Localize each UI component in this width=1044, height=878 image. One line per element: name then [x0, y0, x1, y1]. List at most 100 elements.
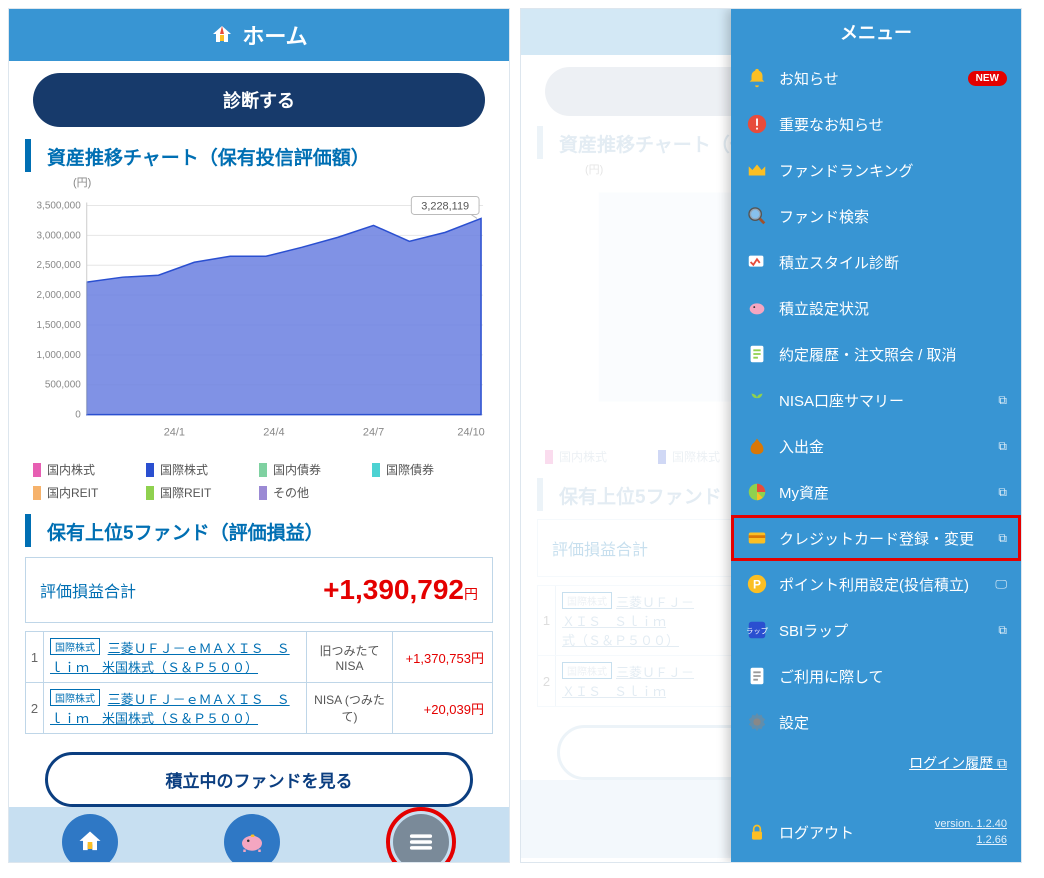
menu-item-nisa-summary[interactable]: NISA口座サマリー⧉ [731, 377, 1021, 423]
header-title: ホーム [242, 19, 307, 51]
svg-text:2,000,000: 2,000,000 [37, 290, 82, 301]
asset-chart: (円) 3,500,000 3,000,000 2,500,000 2,000,… [9, 174, 509, 452]
svg-text:24/1: 24/1 [164, 427, 185, 439]
menu-item-credit-card[interactable]: クレジットカード登録・変更⧉ [731, 515, 1021, 561]
fund-rank: 1 [26, 632, 44, 682]
gear-icon [745, 711, 769, 733]
svg-text:24/4: 24/4 [263, 427, 284, 439]
pie-chart-icon [745, 481, 769, 503]
menu-item-point-settings[interactable]: P ポイント利用設定(投信積立)🖵 [731, 561, 1021, 607]
legend-item: 国際債券 [372, 458, 485, 481]
tab-home-button[interactable] [62, 814, 118, 863]
new-badge: NEW [968, 71, 1007, 86]
magnifier-icon [745, 205, 769, 227]
lock-icon [745, 823, 769, 843]
svg-text:2,500,000: 2,500,000 [37, 260, 82, 271]
total-pl-label: 評価損益合計 [40, 578, 136, 602]
side-menu-panel: メニュー お知らせ NEW 重要なお知らせ ファンドランキング ファンド検索 積… [731, 9, 1021, 862]
y-axis-unit: (円) [25, 174, 493, 192]
piggy-bank-icon [237, 827, 267, 857]
phone-left: ホーム 診断する 資産推移チャート（保有投信評価額） (円) 3,500,000… [8, 8, 510, 863]
menu-item-settings[interactable]: 設定 [731, 699, 1021, 745]
legend-item: 国際株式 [146, 458, 259, 481]
external-link-icon: ⧉ [998, 439, 1007, 454]
svg-text:3,000,000: 3,000,000 [37, 230, 82, 241]
credit-card-icon [745, 527, 769, 549]
external-link-icon: ⧉ [998, 393, 1007, 408]
menu-item-logout[interactable]: ログアウト [745, 818, 854, 847]
svg-text:ラップ: ラップ [746, 627, 769, 636]
chart-callout: 3,228,119 [411, 197, 479, 219]
exclamation-icon [745, 113, 769, 135]
diagnose-button[interactable]: 診断する [33, 73, 485, 127]
tab-bar [9, 807, 509, 863]
menu-footer: ログアウト version. 1.2.40 1.2.66 [731, 807, 1021, 862]
svg-text:1,500,000: 1,500,000 [37, 320, 82, 331]
chart-area [87, 218, 481, 414]
bell-icon [745, 67, 769, 89]
menu-item-tsumitate-status[interactable]: 積立設定状況 [731, 285, 1021, 331]
svg-text:500,000: 500,000 [45, 380, 81, 391]
total-pl-box: 評価損益合計 +1,390,792円 [25, 557, 493, 623]
app-header: ホーム [9, 9, 509, 61]
menu-item-search[interactable]: ファンド検索 [731, 193, 1021, 239]
fund-name-cell: 国際株式 三菱ＵＦＪ－ｅＭＡＸＩＳ Ｓｌｉｍ 米国株式（Ｓ＆Ｐ５００） [44, 632, 306, 682]
svg-text:0: 0 [75, 410, 81, 421]
fund-category-tag: 国際株式 [50, 638, 100, 655]
menu-item-sbi-wrap[interactable]: ラップ SBIラップ⧉ [731, 607, 1021, 653]
document-icon [745, 665, 769, 687]
fund-pl-value: +20,039円 [392, 683, 492, 733]
phone-right: 資産推移チャート（保有投信評価額） (円) 国内株式 国際株式 国内REIT 国… [520, 8, 1022, 863]
chart-svg: 3,500,000 3,000,000 2,500,000 2,000,000 … [25, 192, 493, 452]
menu-item-ranking[interactable]: ファンドランキング [731, 147, 1021, 193]
sprout-icon [745, 389, 769, 411]
login-history-link[interactable]: ログイン履歴 ⧉ [731, 745, 1021, 781]
menu-item-order-history[interactable]: 約定履歴・注文照会 / 取消 [731, 331, 1021, 377]
legend-item: 国内株式 [33, 458, 146, 481]
legend-item: 国内債券 [259, 458, 372, 481]
menu-item-my-assets[interactable]: My資産⧉ [731, 469, 1021, 515]
menu-item-terms[interactable]: ご利用に際して [731, 653, 1021, 699]
external-link-icon: ⧉ [998, 485, 1007, 500]
tab-piggy-button[interactable] [224, 814, 280, 863]
svg-text:24/10: 24/10 [457, 427, 484, 439]
doc-list-icon [745, 343, 769, 365]
home-icon [76, 828, 104, 856]
menu-item-style-diagnosis[interactable]: 積立スタイル診断 [731, 239, 1021, 285]
external-link-icon: ⧉ [998, 531, 1007, 546]
total-pl-value: +1,390,792円 [323, 574, 478, 606]
version-label: version. 1.2.40 1.2.66 [935, 817, 1007, 848]
monitor-icon: 🖵 [995, 577, 1007, 592]
fund-account-type: 旧つみたてNISA [306, 632, 392, 682]
menu-item-important[interactable]: 重要なお知らせ [731, 101, 1021, 147]
svg-text:24/7: 24/7 [363, 427, 384, 439]
home-icon [210, 23, 234, 47]
sbi-wrap-icon: ラップ [745, 619, 769, 641]
point-icon: P [745, 573, 769, 595]
money-bag-icon [745, 435, 769, 457]
external-link-icon: ⧉ [998, 623, 1007, 638]
menu-button-highlight [386, 807, 456, 863]
diag-icon [745, 251, 769, 273]
fund-category-tag: 国際株式 [50, 689, 100, 706]
hamburger-icon [407, 828, 435, 856]
svg-text:3,228,119: 3,228,119 [421, 200, 469, 212]
view-funds-button[interactable]: 積立中のファンドを見る [45, 752, 473, 807]
crown-icon [745, 159, 769, 181]
legend-item: その他 [259, 481, 372, 504]
fund-account-type: NISA (つみたて) [306, 683, 392, 733]
menu-item-news[interactable]: お知らせ NEW [731, 55, 1021, 101]
fund-name-cell: 国際株式 三菱ＵＦＪ－ｅＭＡＸＩＳ Ｓｌｉｍ 米国株式（Ｓ＆Ｐ５００） [44, 683, 306, 733]
table-row: 1 国際株式 三菱ＵＦＪ－ｅＭＡＸＩＳ Ｓｌｉｍ 米国株式（Ｓ＆Ｐ５００） 旧つ… [26, 632, 492, 682]
top5-section-title: 保有上位5ファンド（評価損益） [25, 514, 493, 547]
menu-item-deposit-withdraw[interactable]: 入出金⧉ [731, 423, 1021, 469]
table-row: 2 国際株式 三菱ＵＦＪ－ｅＭＡＸＩＳ Ｓｌｉｍ 米国株式（Ｓ＆Ｐ５００） NI… [26, 682, 492, 733]
svg-text:P: P [753, 578, 761, 592]
svg-text:1,000,000: 1,000,000 [37, 350, 82, 361]
chart-section-title: 資産推移チャート（保有投信評価額） [25, 139, 493, 172]
tab-menu-button[interactable] [393, 814, 449, 863]
piggy-icon [745, 297, 769, 319]
fund-rank: 2 [26, 683, 44, 733]
svg-text:3,500,000: 3,500,000 [37, 200, 82, 211]
chart-legend: 国内株式 国際株式 国内債券 国際債券 国内REIT 国際REIT その他 [9, 452, 509, 512]
